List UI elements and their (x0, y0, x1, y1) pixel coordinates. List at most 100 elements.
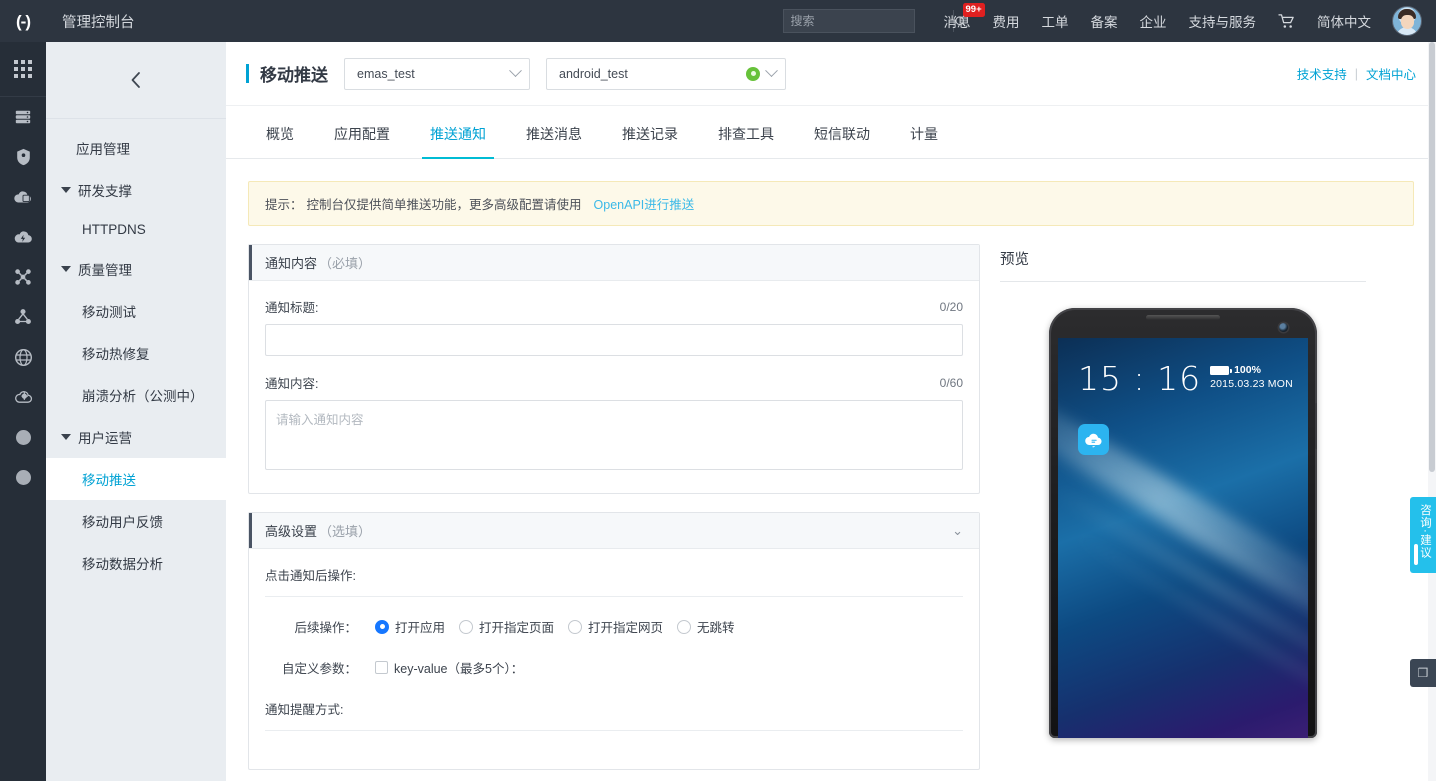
search-input[interactable] (783, 14, 953, 28)
openapi-link[interactable]: OpenAPI进行推送 (594, 194, 695, 213)
shopping-cart-icon[interactable] (1267, 0, 1306, 42)
circle-dot-icon[interactable] (0, 457, 46, 497)
cloud-gear-icon[interactable] (0, 377, 46, 417)
custom-param-checkbox-item[interactable]: key-value（最多5个）： (375, 658, 523, 677)
tab-label: 应用配置 (334, 126, 390, 142)
radio-open-app[interactable]: 打开应用 (375, 617, 445, 636)
notification-title-input[interactable] (265, 324, 963, 356)
page-header: 移动推送 emas_test android_test 技术支持 | 文档中心 (226, 42, 1436, 106)
tab-label: 推送记录 (622, 126, 678, 142)
menu-item-mobile-push[interactable]: 移动推送 (46, 458, 226, 500)
radio-open-page[interactable]: 打开指定页面 (459, 617, 554, 636)
phone-speaker (1146, 315, 1220, 320)
nav-item-tickets[interactable]: 工单 (1031, 0, 1080, 42)
nav-item-support[interactable]: 支持与服务 (1178, 0, 1268, 42)
menu-group-quality[interactable]: 质量管理 (46, 248, 226, 290)
avatar[interactable] (1392, 6, 1422, 36)
tab-push-notification[interactable]: 推送通知 (410, 124, 506, 159)
page-title: 移动推送 (260, 66, 328, 85)
cloud-storage-icon[interactable] (0, 177, 46, 217)
radio-no-jump[interactable]: 无跳转 (677, 617, 735, 636)
title-accent-bar (246, 64, 249, 83)
phone-preview-wrapper: 15 : 16 100% 2015.03.23 MON (1000, 308, 1366, 738)
card-title: 通知内容 (265, 256, 318, 271)
radio-label: 打开应用 (395, 621, 446, 635)
global-search[interactable] (782, 9, 966, 33)
menu-group-dev-support[interactable]: 研发支撑 (46, 169, 226, 211)
checkbox-label: key-value（最多5个）： (394, 662, 524, 676)
app-select-value: android_test (559, 66, 628, 81)
notification-content-textarea[interactable] (265, 400, 963, 470)
nav-item-icp[interactable]: 备案 (1080, 0, 1129, 42)
caret-down-icon (61, 434, 71, 440)
chevron-left-icon[interactable] (46, 42, 226, 119)
server-stack-icon[interactable] (0, 97, 46, 137)
icon-rail (0, 42, 46, 781)
radio-label: 无跳转 (697, 621, 735, 635)
radio-open-url[interactable]: 打开指定网页 (568, 617, 663, 636)
nav-item-messages[interactable]: 消息 99+ (933, 0, 985, 42)
radio-indicator (375, 619, 389, 634)
menu-item-label: HTTPDNS (82, 222, 146, 237)
menu-item-mobile-test[interactable]: 移动测试 (46, 290, 226, 332)
menu-item-label: 崩溃分析（公测中） (82, 389, 204, 404)
language-label: 简体中文 (1317, 15, 1371, 30)
checkbox-indicator[interactable] (375, 661, 388, 674)
scrollbar-thumb[interactable] (1429, 42, 1435, 472)
lockscreen-clock: 15 : 16 100% 2015.03.23 MON (1078, 362, 1293, 395)
collapse-arrows-icon[interactable]: ❒ (1410, 659, 1436, 687)
menu-item-label: 移动数据分析 (82, 557, 163, 572)
notification-card-header: 通知内容 （必填） (249, 245, 979, 281)
tech-support-link[interactable]: 技术支持 (1297, 64, 1347, 83)
content-scroll-area: 提示： 控制台仅提供简单推送功能，更多高级配置请使用 OpenAPI进行推送 通… (226, 159, 1436, 781)
card-accent-bar (249, 513, 252, 548)
project-select[interactable]: emas_test (344, 57, 530, 90)
notification-title-label: 通知标题: (265, 301, 319, 315)
tab-metering[interactable]: 计量 (890, 124, 958, 158)
doc-center-link[interactable]: 文档中心 (1366, 64, 1416, 83)
preview-title: 预览 (1000, 252, 1029, 268)
divider (1000, 281, 1366, 282)
tab-bar: 概览 应用配置 推送通知 推送消息 推送记录 排查工具 短信联动 计量 (226, 106, 1436, 159)
remind-method-section-label: 通知提醒方式: (265, 703, 344, 717)
link-separator: | (1354, 66, 1358, 81)
tab-label: 推送消息 (526, 126, 582, 142)
tab-label: 短信联动 (814, 126, 870, 142)
menu-group-user-operation[interactable]: 用户运营 (46, 416, 226, 458)
caret-down-icon (61, 266, 71, 272)
tab-overview[interactable]: 概览 (246, 124, 314, 158)
tab-push-records[interactable]: 推送记录 (602, 124, 698, 158)
globe-icon[interactable] (0, 337, 46, 377)
nav-item-billing[interactable]: 费用 (982, 0, 1031, 42)
menu-item-httpdns[interactable]: HTTPDNS (46, 211, 226, 248)
app-select[interactable]: android_test (546, 57, 786, 90)
share-nodes-icon[interactable] (0, 297, 46, 337)
tab-troubleshoot[interactable]: 排查工具 (698, 124, 794, 158)
follow-up-action-radio-group: 打开应用 打开指定页面 打开指定网页 无跳转 (375, 617, 745, 636)
consult-feedback-button[interactable]: 咨询·建议 (1410, 497, 1436, 573)
aliyun-logo-icon[interactable]: (-) (0, 0, 46, 42)
battery-icon (1210, 365, 1232, 375)
language-selector[interactable]: 简体中文 (1306, 0, 1382, 42)
menu-item-data-analysis[interactable]: 移动数据分析 (46, 542, 226, 584)
menu-item-user-feedback[interactable]: 移动用户反馈 (46, 500, 226, 542)
radio-label: 打开指定网页 (588, 621, 664, 635)
notice-prefix: 提示： (265, 198, 303, 212)
menu-item-crash-analysis[interactable]: 崩溃分析（公测中） (46, 374, 226, 416)
tab-sms-linkage[interactable]: 短信联动 (794, 124, 890, 158)
shield-icon[interactable] (0, 137, 46, 177)
tab-app-config[interactable]: 应用配置 (314, 124, 410, 158)
chevron-down-icon[interactable]: ⌄ (952, 524, 963, 537)
nav-item-label: 企业 (1139, 15, 1167, 30)
network-cross-icon[interactable] (0, 257, 46, 297)
nav-item-enterprise[interactable]: 企业 (1129, 0, 1178, 42)
circle-dot-icon[interactable] (0, 417, 46, 457)
menu-item-hotfix[interactable]: 移动热修复 (46, 332, 226, 374)
cloud-chat-icon (1078, 424, 1109, 455)
menu-item-app-management[interactable]: 应用管理 (46, 127, 226, 169)
tab-push-message[interactable]: 推送消息 (506, 124, 602, 158)
advanced-card-header[interactable]: 高级设置 （选填） ⌄ (249, 513, 979, 549)
app-grid-icon[interactable] (0, 42, 46, 97)
cloud-bolt-icon[interactable] (0, 217, 46, 257)
nav-item-label: 支持与服务 (1188, 15, 1257, 30)
